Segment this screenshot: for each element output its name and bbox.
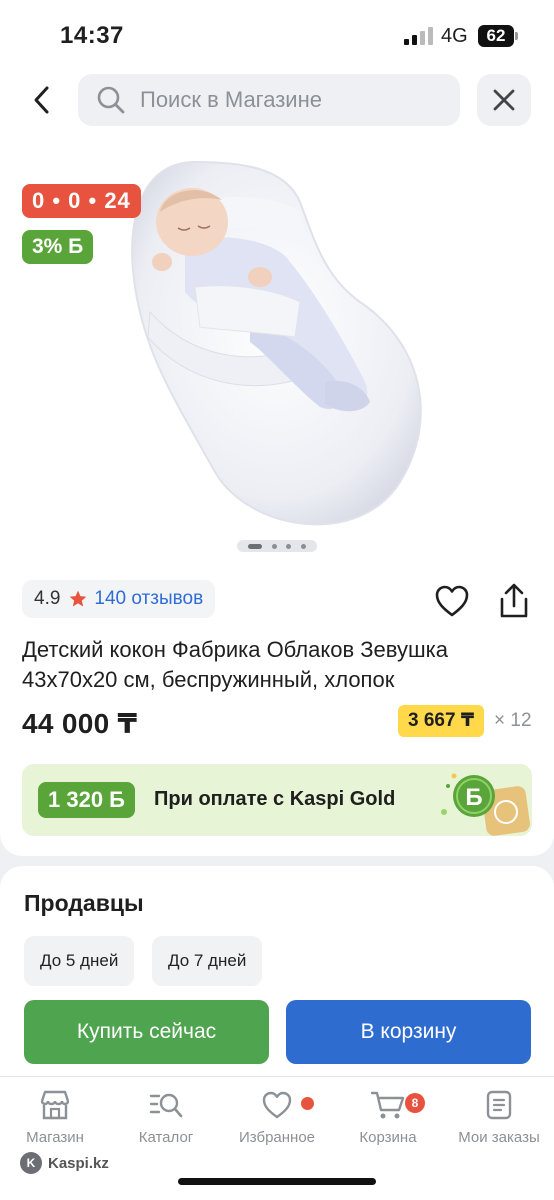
sellers-section: Продавцы До 5 дней До 7 дней Купить сейч… <box>0 866 554 1076</box>
tab-label: Избранное <box>238 1129 316 1146</box>
pagination-dot <box>301 543 307 549</box>
product-price: 44 000 ₸ <box>22 708 138 739</box>
store-icon <box>40 1090 70 1120</box>
search-placeholder: Поиск в Магазине <box>140 87 322 112</box>
home-indicator <box>178 1178 376 1185</box>
status-bar: 14:37 4G 62 <box>0 0 554 70</box>
product-image[interactable] <box>100 152 450 542</box>
tab-catalog[interactable]: Каталог <box>111 1089 221 1146</box>
kaspi-logo-icon: K <box>20 1152 42 1174</box>
chevron-left-icon <box>34 86 49 114</box>
tab-label: Мои заказы <box>458 1129 540 1146</box>
delivery-filter-chip[interactable]: До 7 дней <box>152 936 263 986</box>
kaspi-gold-banner[interactable]: 1 320 Б При оплате с Kaspi Gold Б <box>22 764 532 836</box>
top-bar: Поиск в Магазине <box>0 70 554 132</box>
tab-label: Корзина <box>359 1129 417 1146</box>
cart-count-badge: 8 <box>405 1093 425 1113</box>
tab-favorites[interactable]: Избранное <box>222 1089 332 1146</box>
tab-cart[interactable]: Корзина 8 <box>333 1089 443 1146</box>
search-input[interactable]: Поиск в Магазине <box>78 74 460 126</box>
tab-label: Магазин <box>26 1129 84 1146</box>
back-button[interactable] <box>20 78 64 122</box>
network-type: 4G <box>441 25 468 47</box>
orders-icon <box>486 1090 512 1120</box>
pagination-dot <box>247 543 262 549</box>
image-pagination[interactable] <box>237 540 317 552</box>
pagination-dot <box>271 543 277 549</box>
share-button[interactable] <box>496 582 532 620</box>
favorites-notification-dot <box>301 1097 314 1110</box>
installment-price[interactable]: 3 667 ₸ <box>398 705 485 737</box>
rating-reviews-link[interactable]: 4.9 140 отзывов <box>22 580 216 618</box>
product-title: Детский кокон Фабрика Облаков Зевушка 43… <box>22 637 448 692</box>
catalog-search-icon <box>149 1093 183 1118</box>
close-button[interactable] <box>477 74 531 126</box>
star-icon <box>70 590 87 607</box>
product-card: 0 • 0 • 24 3% Б 4.9 140 отзывов Детский … <box>0 132 554 856</box>
battery-icon: 62 <box>478 25 518 47</box>
gold-bonus-text: При оплате с Kaspi Gold <box>154 788 396 810</box>
signal-icon <box>404 27 434 45</box>
tab-orders[interactable]: Мои заказы <box>444 1089 554 1146</box>
search-icon <box>97 86 125 114</box>
pagination-dot <box>286 543 292 549</box>
share-icon <box>500 583 528 618</box>
status-time: 14:37 <box>60 22 124 49</box>
tab-label: Каталог <box>138 1129 194 1146</box>
rating-value: 4.9 <box>34 588 61 609</box>
svg-text:Б: Б <box>465 784 482 811</box>
close-icon <box>493 89 515 111</box>
tab-store[interactable]: Магазин <box>0 1089 110 1146</box>
cart-icon <box>370 1091 405 1119</box>
bonus-coin-icon: Б <box>441 773 530 836</box>
timer-badge: 0 • 0 • 24 <box>22 184 141 218</box>
delivery-filter-chip[interactable]: До 5 дней <box>24 936 135 986</box>
reviews-count: 140 отзывов <box>94 588 204 609</box>
favorite-button[interactable] <box>434 584 470 620</box>
bonus-badge: 3% Б <box>22 230 94 264</box>
gold-bonus-amount: 1 320 Б <box>38 782 135 818</box>
heart-icon <box>262 1091 292 1119</box>
buy-now-button[interactable]: Купить сейчас <box>24 1000 269 1064</box>
add-to-cart-button[interactable]: В корзину <box>286 1000 531 1064</box>
sellers-title: Продавцы <box>24 890 144 916</box>
kaspi-watermark: K Kaspi.kz <box>20 1152 109 1174</box>
installment-months: × 12 <box>494 710 532 731</box>
watermark-text: Kaspi.kz <box>48 1154 109 1172</box>
heart-icon <box>435 585 469 617</box>
